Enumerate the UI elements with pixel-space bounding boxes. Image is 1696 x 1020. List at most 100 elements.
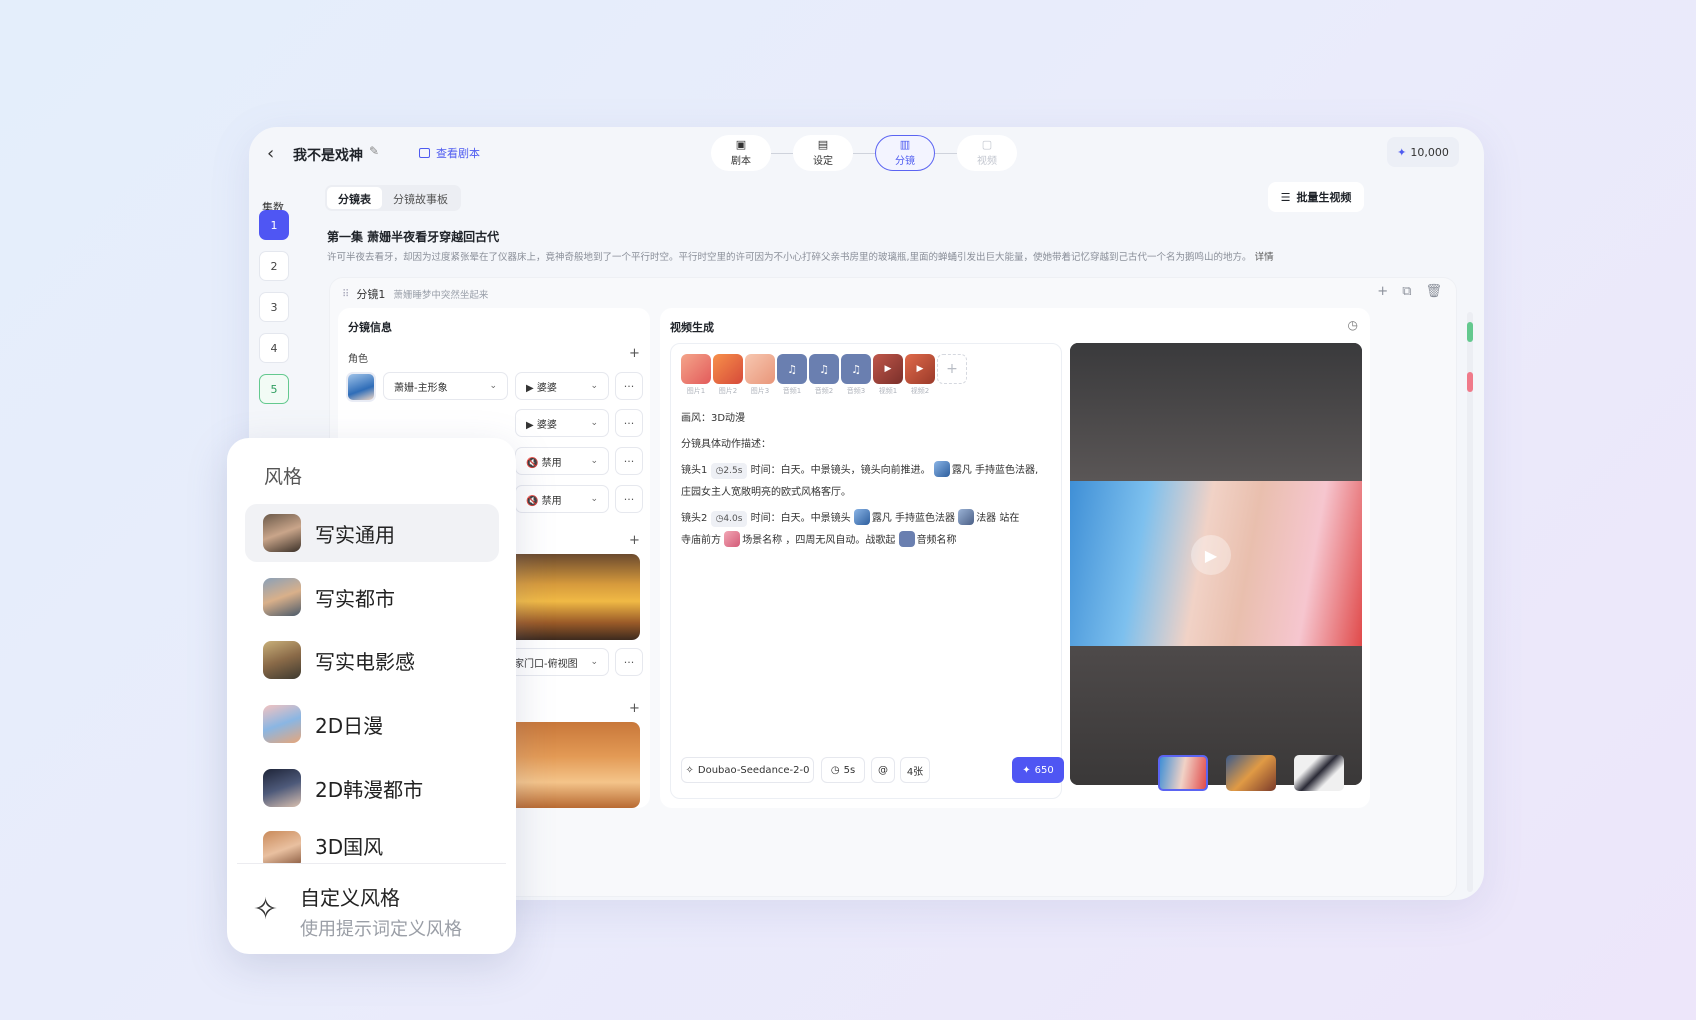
style-thumb	[263, 578, 301, 616]
project-title: 我不是戏神	[293, 148, 363, 164]
style-thumb	[263, 641, 301, 679]
ref-audio[interactable]: ♫ 音频1	[777, 354, 807, 396]
credits-badge[interactable]: ✦ 10,000	[1387, 137, 1459, 167]
tab-storyboard-table[interactable]: 分镜表	[327, 187, 382, 209]
more-button[interactable]: ···	[615, 372, 643, 400]
ref-image[interactable]: 图片3	[745, 354, 775, 396]
storyboard-icon: ▥	[899, 138, 911, 151]
style-option[interactable]: 2D韩漫都市	[245, 759, 499, 817]
play-icon[interactable]: ▶	[1191, 535, 1231, 575]
scrollbar[interactable]	[1467, 312, 1473, 892]
step-settings[interactable]: ▤ 设定	[793, 135, 853, 171]
style-menu-title: 风格	[264, 466, 303, 488]
count-select[interactable]: 4张	[900, 757, 930, 783]
more-button[interactable]: ···	[615, 485, 643, 513]
model-select[interactable]: ✧ Doubao-Seedance-2-0	[681, 757, 814, 783]
episode-item[interactable]: 4	[259, 333, 289, 363]
settings-icon: ▤	[817, 138, 829, 151]
copy-icon[interactable]: ⧉	[1402, 284, 1411, 299]
back-button[interactable]: ‹	[267, 143, 274, 164]
episode-item[interactable]: 1	[259, 210, 289, 240]
style-option[interactable]: 写实电影感	[245, 631, 499, 689]
character-avatar	[853, 509, 870, 525]
style-option[interactable]: 2D日漫	[245, 695, 499, 753]
view-tabs: 分镜表 分镜故事板	[325, 185, 461, 211]
details-link[interactable]: 详情	[1255, 252, 1274, 263]
shot-tools: + ⧉ 🗑	[1377, 284, 1442, 299]
mention-button[interactable]: @	[871, 757, 895, 783]
preview-thumbs	[1158, 755, 1344, 791]
audio-avatar	[898, 531, 915, 547]
play-icon: ▶	[526, 382, 534, 394]
shot-info-title: 分镜信息	[348, 321, 392, 334]
duration-select[interactable]: ◷ 5s	[821, 757, 865, 783]
step-storyboard[interactable]: ▥ 分镜	[875, 135, 935, 171]
chevron-down-icon: ⌄	[590, 657, 598, 667]
role-label: 角色	[348, 354, 368, 365]
role-select[interactable]: 萧姗-主形象 ⌄	[383, 372, 508, 400]
add-scene-icon[interactable]: +	[629, 533, 640, 548]
drag-handle-icon[interactable]: ⠿	[342, 289, 349, 300]
ref-image[interactable]: 图片1	[681, 354, 711, 396]
episode-item[interactable]: 2	[259, 251, 289, 281]
scene-image-market[interactable]	[503, 554, 640, 640]
character-avatar	[933, 461, 950, 477]
history-icon[interactable]: ◷	[1348, 318, 1358, 332]
ref-audio[interactable]: ♫ 音频3	[841, 354, 871, 396]
prompt-box[interactable]: 图片1 图片2 图片3 ♫ 音频1 ♫ 音频2 ♫ 音频3 ▶ 视频1 ▶ 视频2 + 画…	[670, 343, 1064, 799]
voice-select[interactable]: ▶ 婆婆 ⌄	[515, 372, 609, 400]
voice-select[interactable]: ▶ 婆婆 ⌄	[515, 409, 609, 437]
add-item-icon[interactable]: +	[629, 701, 640, 716]
step-connector	[935, 152, 957, 154]
item-avatar	[958, 509, 975, 525]
preview-thumb[interactable]	[1158, 755, 1208, 791]
style-option[interactable]: 写实通用	[245, 504, 499, 562]
divider	[237, 863, 506, 864]
step-script[interactable]: ▣ 剧本	[711, 135, 771, 171]
view-script-link[interactable]: 查看剧本	[419, 145, 480, 161]
play-icon: ▶	[526, 419, 534, 431]
shot-header: ⠿ 分镜1 萧姗睡梦中突然坐起来	[342, 286, 488, 302]
scene-image-classroom[interactable]	[503, 722, 640, 808]
edit-title-icon[interactable]: ✎	[369, 144, 379, 158]
add-reference-button[interactable]: +	[937, 354, 967, 396]
sparkle-icon: ✧	[685, 764, 694, 776]
mute-icon: 🔇	[526, 457, 539, 469]
more-button[interactable]: ···	[615, 409, 643, 437]
batch-video-button[interactable]: ☰ 批量生视频	[1268, 182, 1364, 212]
style-thumb	[263, 831, 301, 863]
episode-item[interactable]: 3	[259, 292, 289, 322]
ref-video[interactable]: ▶ 视频1	[873, 354, 903, 396]
add-icon[interactable]: +	[1377, 284, 1388, 299]
ref-video[interactable]: ▶ 视频2	[905, 354, 935, 396]
more-button[interactable]: ···	[615, 648, 643, 676]
episode-item[interactable]: 5	[259, 374, 289, 404]
add-role-icon[interactable]: +	[629, 346, 640, 361]
custom-style-button[interactable]: 自定义风格	[300, 882, 400, 911]
chevron-down-icon: ⌄	[489, 381, 497, 391]
scene-select[interactable]: 家门口-俯视图 ⌄	[503, 648, 609, 676]
preview-thumb[interactable]	[1294, 755, 1344, 791]
scroll-marker	[1467, 372, 1473, 392]
tab-storyboard-board[interactable]: 分镜故事板	[382, 187, 459, 209]
chevron-down-icon: ⌄	[590, 494, 598, 504]
video-gen-title: 视频生成	[670, 321, 714, 334]
step-connector	[853, 152, 875, 154]
more-button[interactable]: ···	[615, 447, 643, 475]
mute-icon: 🔇	[526, 495, 539, 507]
style-option[interactable]: 写实都市	[245, 568, 499, 626]
ref-audio[interactable]: ♫ 音频2	[809, 354, 839, 396]
list-icon: ☰	[1280, 190, 1291, 204]
preview-thumb[interactable]	[1226, 755, 1276, 791]
ref-image[interactable]: 图片2	[713, 354, 743, 396]
chevron-down-icon: ⌄	[590, 418, 598, 428]
voice-select[interactable]: 🔇 禁用 ⌄	[515, 485, 609, 513]
voice-select[interactable]: 🔇 禁用 ⌄	[515, 447, 609, 475]
delete-icon[interactable]: 🗑	[1425, 284, 1442, 299]
chevron-down-icon: ⌄	[590, 456, 598, 466]
style-option[interactable]: 3D国风	[245, 823, 499, 863]
video-preview[interactable]: ▶	[1070, 343, 1362, 785]
generate-button[interactable]: ✦ 650	[1012, 757, 1064, 783]
duration-chip: ◷2.5s	[710, 463, 748, 479]
episode-title: 第一集 萧姗半夜看牙穿越回古代	[327, 230, 500, 244]
